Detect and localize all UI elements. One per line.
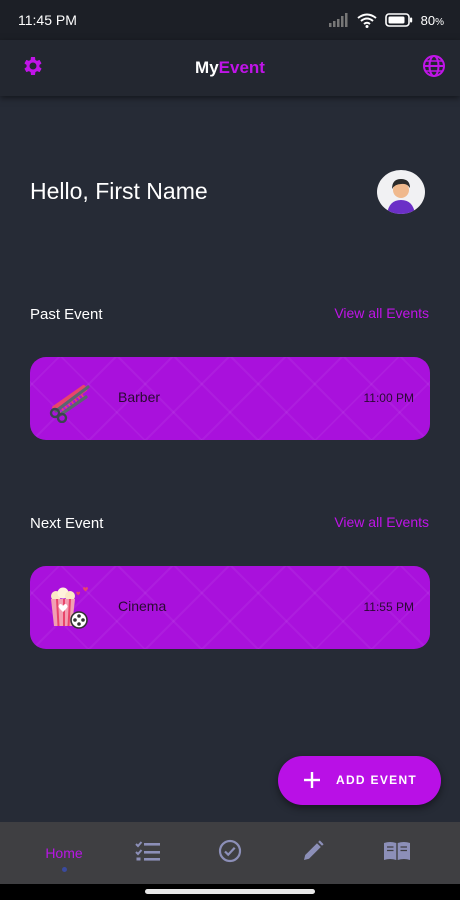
checklist-icon bbox=[135, 840, 161, 866]
past-event-time: 11:00 PM bbox=[363, 391, 414, 405]
status-icons: 80% bbox=[328, 13, 444, 28]
past-event-name: Barber bbox=[118, 389, 161, 405]
nav-home-label: Home bbox=[45, 845, 83, 861]
app-bar: MyEvent bbox=[0, 40, 460, 96]
settings-button[interactable] bbox=[19, 54, 47, 82]
add-event-label: ADD EVENT bbox=[336, 773, 418, 787]
bottom-navigation: Home bbox=[0, 822, 460, 884]
next-event-time: 11:55 PM bbox=[363, 600, 414, 614]
next-event-name: Cinema bbox=[118, 598, 167, 614]
status-time: 11:45 PM bbox=[18, 12, 77, 28]
avatar[interactable] bbox=[377, 170, 425, 214]
home-indicator[interactable] bbox=[145, 889, 315, 894]
greeting-text: Hello, First Name bbox=[30, 178, 208, 204]
nav-home[interactable]: Home bbox=[18, 822, 110, 884]
nav-tasks[interactable] bbox=[102, 822, 194, 884]
app-title-my: My bbox=[195, 58, 219, 77]
book-icon bbox=[383, 841, 411, 865]
battery-icon bbox=[384, 13, 413, 27]
signal-icon bbox=[328, 13, 349, 27]
nav-completed[interactable] bbox=[184, 822, 276, 884]
plus-icon bbox=[302, 770, 322, 790]
wifi-icon bbox=[357, 13, 377, 28]
battery-value: 80 bbox=[420, 12, 436, 28]
gear-icon bbox=[21, 54, 45, 82]
battery-percentage: 80% bbox=[421, 13, 444, 28]
globe-icon bbox=[422, 54, 446, 82]
pencil-icon bbox=[301, 839, 325, 867]
app-title: MyEvent bbox=[195, 58, 265, 78]
add-event-button[interactable]: ADD EVENT bbox=[278, 756, 441, 805]
popcorn-film-icon bbox=[46, 584, 94, 632]
past-event-card[interactable]: Barber 11:00 PM bbox=[30, 357, 430, 440]
active-indicator bbox=[62, 867, 67, 872]
status-bar: 11:45 PM 80% bbox=[0, 0, 460, 40]
check-circle-icon bbox=[218, 839, 242, 867]
battery-unit: % bbox=[435, 16, 444, 28]
nav-journal[interactable] bbox=[351, 822, 443, 884]
next-event-card[interactable]: Cinema 11:55 PM bbox=[30, 566, 430, 649]
next-event-title: Next Event bbox=[30, 515, 104, 532]
past-event-title: Past Event bbox=[30, 306, 103, 323]
scissors-comb-icon bbox=[46, 375, 94, 424]
system-navigation-bar bbox=[0, 884, 460, 900]
nav-edit[interactable] bbox=[267, 822, 359, 884]
view-all-next-events-link[interactable]: View all Events bbox=[334, 514, 429, 530]
language-button[interactable] bbox=[420, 54, 448, 82]
app-title-event: Event bbox=[218, 58, 265, 77]
view-all-past-events-link[interactable]: View all Events bbox=[334, 305, 429, 321]
